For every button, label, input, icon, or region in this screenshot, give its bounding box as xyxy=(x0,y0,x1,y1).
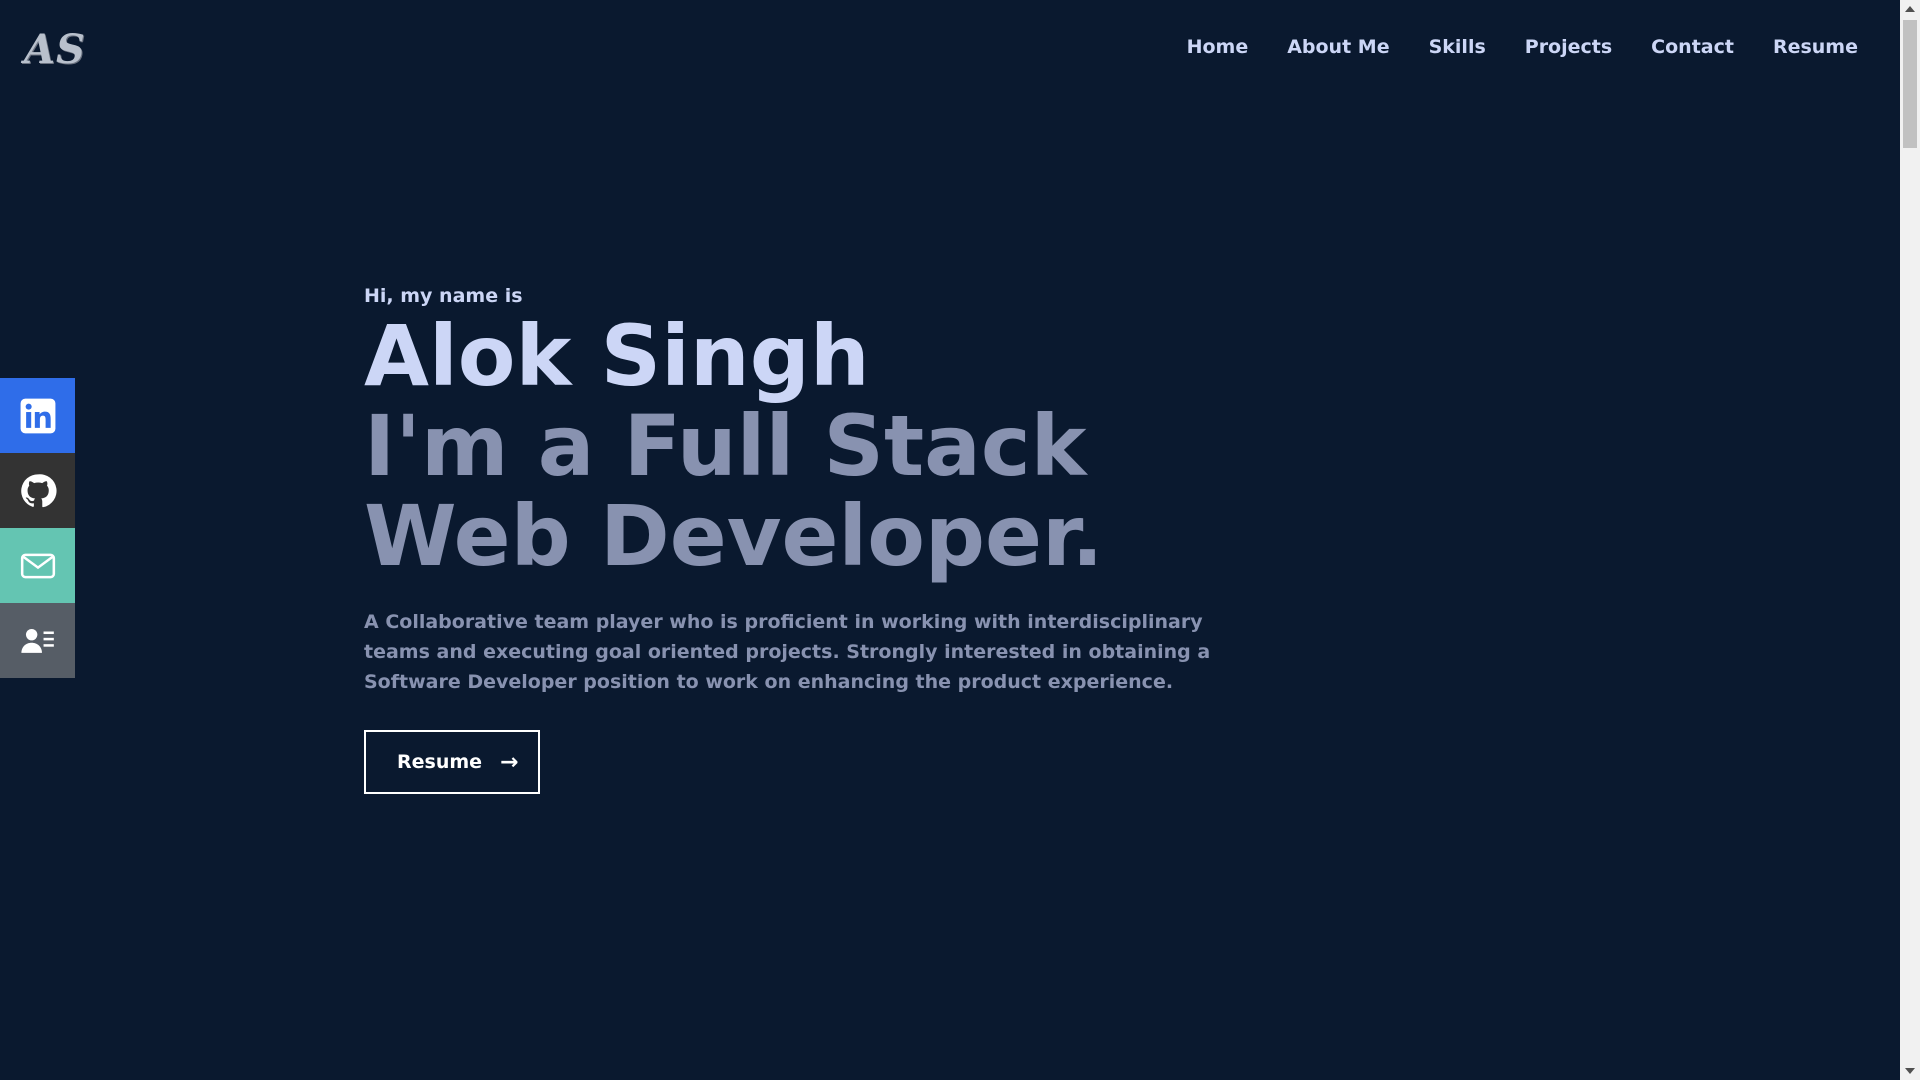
nav-contact[interactable]: Contact xyxy=(1651,36,1734,58)
github-link[interactable] xyxy=(0,453,75,528)
nav-resume[interactable]: Resume xyxy=(1773,36,1858,58)
hero-role: I'm a Full Stack Web Developer. xyxy=(364,397,1104,585)
scroll-up-icon[interactable] xyxy=(1905,6,1915,12)
scroll-down-icon[interactable] xyxy=(1905,1068,1915,1074)
main-nav: Home About Me Skills Projects Contact Re… xyxy=(1187,36,1858,58)
nav-home[interactable]: Home xyxy=(1187,36,1249,58)
vertical-scrollbar[interactable] xyxy=(1900,0,1920,1080)
nav-projects[interactable]: Projects xyxy=(1525,36,1612,58)
logo[interactable]: AS xyxy=(24,26,86,73)
hero-name: Alok Singh xyxy=(364,307,870,405)
resume-button-label: Resume xyxy=(397,751,483,773)
resume-button[interactable]: Resume → xyxy=(364,730,540,794)
linkedin-link[interactable] xyxy=(0,378,75,453)
mail-icon xyxy=(20,553,55,578)
resume-link[interactable] xyxy=(0,603,75,678)
page: AS Home About Me Skills Projects Contact… xyxy=(0,0,1920,1080)
github-icon xyxy=(20,473,57,507)
scrollbar-thumb[interactable] xyxy=(1903,20,1917,148)
arrow-right-icon: → xyxy=(500,749,519,775)
hero-description: A Collaborative team player who is profi… xyxy=(364,611,1211,693)
greeting-text: Hi, my name is xyxy=(364,285,523,307)
social-sidebar xyxy=(0,378,75,678)
nav-about-me[interactable]: About Me xyxy=(1287,36,1389,58)
nav-skills[interactable]: Skills xyxy=(1429,36,1486,58)
resume-icon xyxy=(20,628,54,653)
linkedin-icon xyxy=(20,398,55,433)
email-link[interactable] xyxy=(0,528,75,603)
hero-section: Hi, my name is Alok Singh I'm a Full Sta… xyxy=(364,285,1264,794)
